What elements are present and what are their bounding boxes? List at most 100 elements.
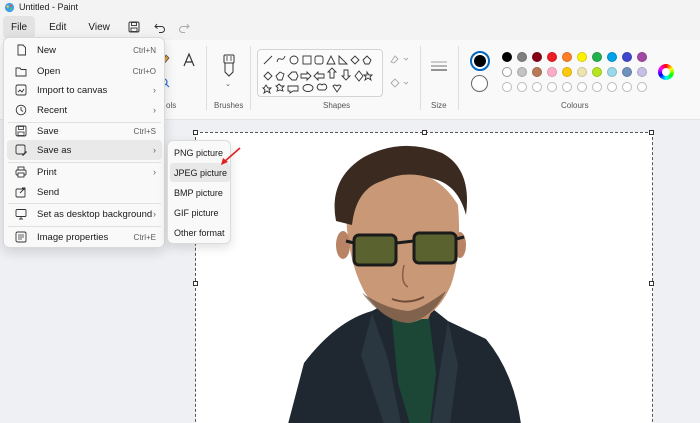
new-file-icon	[14, 43, 28, 57]
menu-item-label: New	[37, 44, 57, 56]
resize-handle[interactable]	[193, 130, 198, 135]
colour-swatch[interactable]	[562, 67, 572, 77]
colours-group-label: Colours	[561, 101, 589, 110]
custom-colour-slot[interactable]	[622, 82, 632, 92]
file-menu-item-print[interactable]: Print ›	[7, 162, 162, 182]
custom-colour-slot[interactable]	[592, 82, 602, 92]
colour-swatch[interactable]	[577, 52, 587, 62]
text-tool-icon[interactable]	[182, 52, 196, 68]
resize-handle[interactable]	[193, 281, 198, 286]
redo-button[interactable]	[172, 16, 196, 38]
menu-item-label: Set as desktop background	[37, 208, 153, 220]
menu-item-label: Import to canvas	[37, 84, 108, 96]
colour-swatch[interactable]	[577, 67, 587, 77]
colour-swatch[interactable]	[532, 67, 542, 77]
colour-swatch[interactable]	[637, 67, 647, 77]
undo-icon	[154, 23, 165, 33]
file-menu-item-send[interactable]: Send	[7, 182, 162, 202]
save-icon	[14, 124, 28, 138]
colour-swatch[interactable]	[622, 67, 632, 77]
chevron-right-icon: ›	[153, 85, 156, 95]
file-menu-item-open[interactable]: Open Ctrl+O	[7, 61, 162, 81]
custom-colour-slot[interactable]	[562, 82, 572, 92]
outline-icon[interactable]	[389, 54, 411, 64]
custom-colour-slot[interactable]	[577, 82, 587, 92]
colour-swatch[interactable]	[637, 52, 647, 62]
paint-app-icon	[4, 2, 15, 12]
save-as-bmp[interactable]: BMP picture	[170, 183, 230, 202]
title-bar: Untitled - Paint	[0, 0, 700, 14]
save-as-other-format[interactable]: Other format	[170, 223, 230, 242]
custom-colour-slot[interactable]	[607, 82, 617, 92]
redo-icon	[178, 23, 190, 33]
save-as-icon	[14, 143, 28, 157]
printer-icon	[14, 165, 28, 179]
resize-handle[interactable]	[649, 130, 654, 135]
custom-colour-slot[interactable]	[637, 82, 647, 92]
menu-edit[interactable]: Edit	[41, 16, 74, 38]
menu-item-label: Recent	[37, 104, 68, 116]
file-menu-item-save[interactable]: Save Ctrl+S	[7, 121, 162, 141]
file-menu-item-new[interactable]: New Ctrl+N	[7, 40, 162, 60]
primary-color-swatch	[474, 55, 486, 67]
ribbon-separator	[206, 46, 207, 110]
colour-swatch[interactable]	[502, 67, 512, 77]
colour-swatch[interactable]	[607, 52, 617, 62]
fill-icon[interactable]	[389, 78, 411, 88]
colour-swatch[interactable]	[547, 67, 557, 77]
menu-item-shortcut: Ctrl+E	[133, 232, 156, 242]
chevron-right-icon: ›	[153, 209, 156, 219]
file-menu-item-save-as[interactable]: Save as ›	[7, 140, 162, 160]
clock-icon	[14, 103, 28, 117]
colour-swatch[interactable]	[517, 67, 527, 77]
menu-item-shortcut: Ctrl+O	[132, 66, 156, 76]
tools-group-label: ols	[166, 101, 177, 110]
brushes-button[interactable]: ⌄	[216, 52, 242, 92]
colour-swatch[interactable]	[547, 52, 557, 62]
edit-colours-button[interactable]	[658, 64, 674, 80]
window-title: Untitled - Paint	[19, 2, 79, 12]
colour-swatch[interactable]	[517, 52, 527, 62]
file-menu-item-recent[interactable]: Recent ›	[7, 100, 162, 120]
custom-colour-slot[interactable]	[547, 82, 557, 92]
file-menu: New Ctrl+N Open Ctrl+O Import to canvas …	[3, 37, 165, 248]
file-menu-item-import-to-canvas[interactable]: Import to canvas ›	[7, 80, 162, 100]
menu-view[interactable]: View	[80, 16, 118, 38]
drawing-canvas[interactable]	[193, 130, 654, 423]
share-icon	[14, 185, 28, 199]
ribbon-separator	[250, 46, 251, 110]
folder-icon	[14, 64, 28, 78]
menu-file[interactable]: File	[3, 16, 36, 38]
size-button[interactable]	[428, 54, 450, 94]
colour-swatch[interactable]	[592, 52, 602, 62]
menu-item-label: Save	[37, 125, 59, 137]
desktop-icon	[14, 207, 28, 221]
ribbon-separator	[458, 46, 459, 110]
colour-swatch[interactable]	[622, 52, 632, 62]
colour-swatch[interactable]	[502, 52, 512, 62]
custom-colour-slot[interactable]	[502, 82, 512, 92]
colour-swatch[interactable]	[592, 67, 602, 77]
undo-button[interactable]	[148, 16, 172, 38]
colour-swatch[interactable]	[562, 52, 572, 62]
save-as-gif[interactable]: GIF picture	[170, 203, 230, 222]
colour-swatch[interactable]	[607, 67, 617, 77]
secondary-color-button[interactable]	[471, 75, 488, 92]
custom-colour-slot[interactable]	[532, 82, 542, 92]
file-menu-item-set-as-desktop-background[interactable]: Set as desktop background ›	[7, 204, 162, 224]
custom-colour-slot[interactable]	[517, 82, 527, 92]
menu-item-label: Send	[37, 186, 60, 198]
brushes-group-label: Brushes	[214, 101, 244, 110]
file-menu-item-image-properties[interactable]: Image properties Ctrl+E	[7, 227, 162, 247]
line-width-icon	[431, 61, 447, 71]
colour-swatch[interactable]	[532, 52, 542, 62]
colour-wheel-icon	[662, 68, 670, 76]
primary-color-button[interactable]	[470, 51, 490, 71]
shapes-icon	[261, 54, 374, 95]
save-icon	[128, 21, 140, 33]
shapes-gallery[interactable]	[257, 49, 383, 97]
resize-handle[interactable]	[422, 130, 427, 135]
resize-handle[interactable]	[649, 281, 654, 286]
menu-item-label: Image properties	[37, 231, 109, 243]
save-quick-button[interactable]	[122, 16, 146, 38]
